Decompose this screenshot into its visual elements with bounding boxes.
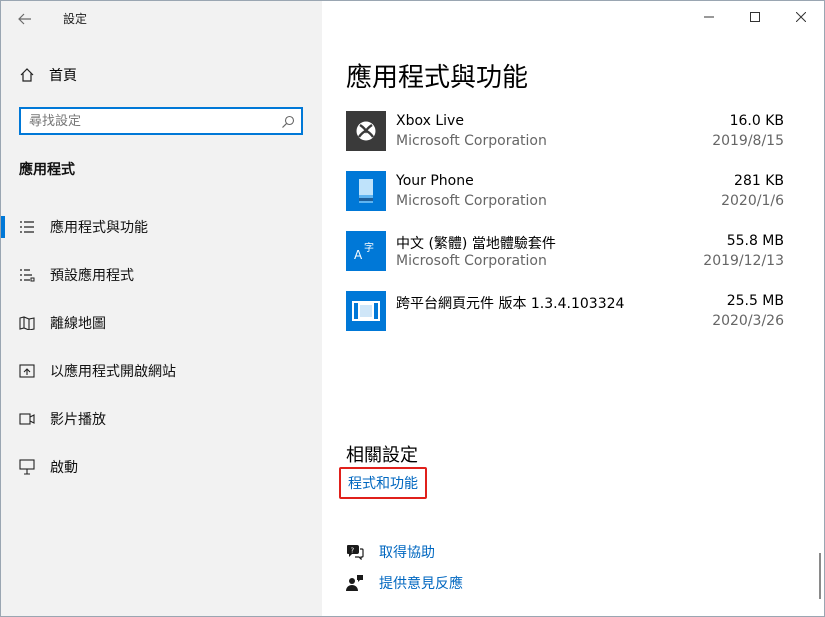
app-row-web-component[interactable]: 跨平台網頁元件 版本 1.3.4.103324 25.5 MB 2020/3/2… [346,289,786,349]
sidebar: 設定 首頁 應用程式 應用程式與功能 [1,1,322,616]
settings-window: 設定 首頁 應用程式 應用程式與功能 [0,0,825,617]
svg-text:A: A [354,248,363,262]
sidebar-nav: 應用程式與功能 預設應用程式 離線地圖 以應用程式開啟網站 影片播放 啟動 [1,203,322,491]
startup-icon [19,459,37,475]
open-website-icon [19,363,37,379]
feedback-label: 提供意見反應 [379,576,463,592]
sidebar-item-apps-features[interactable]: 應用程式與功能 [1,203,322,251]
sidebar-item-label: 影片播放 [50,412,106,428]
phone-icon [346,171,386,211]
list-icon [19,219,37,235]
app-size: 25.5 MB [726,293,784,309]
search-box [19,107,303,135]
app-name: Xbox Live [396,113,464,129]
sidebar-item-offline-maps[interactable]: 離線地圖 [1,299,322,347]
app-date: 2020/1/6 [721,193,784,209]
app-publisher: Microsoft Corporation [396,253,547,269]
window-title: 設定 [63,12,88,26]
sidebar-item-label: 應用程式與功能 [50,220,148,236]
feedback-person-icon [346,574,364,592]
maximize-icon [750,12,760,22]
home-icon [19,67,37,83]
programs-and-features-link[interactable]: 程式和功能 [339,467,427,499]
video-icon [19,411,37,427]
sidebar-item-label: 以應用程式開啟網站 [50,364,176,380]
home-nav-item[interactable]: 首頁 [19,65,77,85]
feedback-link[interactable]: 提供意見反應 [346,573,463,593]
help-chat-icon: ? [346,544,364,560]
app-row-chinese-language-pack[interactable]: A字 中文 (繁體) 當地體驗套件 Microsoft Corporation … [346,229,786,289]
minimize-icon [704,16,714,18]
default-apps-icon [19,267,37,283]
sidebar-item-open-websites[interactable]: 以應用程式開啟網站 [1,347,322,395]
app-publisher: Microsoft Corporation [396,193,547,209]
sidebar-item-label: 離線地圖 [50,316,106,332]
app-name: 跨平台網頁元件 版本 1.3.4.103324 [396,296,625,312]
maximize-button[interactable] [732,1,778,33]
language-icon: A字 [346,231,386,271]
sidebar-item-startup[interactable]: 啟動 [1,443,322,491]
close-button[interactable] [778,1,824,33]
sidebar-section-heading: 應用程式 [19,162,75,178]
app-size: 55.8 MB [726,233,784,249]
app-date: 2019/8/15 [712,133,784,149]
app-name: 中文 (繁體) 當地體驗套件 [396,236,556,252]
sidebar-item-video-playback[interactable]: 影片播放 [1,395,322,443]
svg-text:字: 字 [364,241,374,254]
home-label: 首頁 [49,68,77,84]
sidebar-item-default-apps[interactable]: 預設應用程式 [1,251,322,299]
app-size: 281 KB [734,173,784,189]
search-input[interactable] [25,109,283,133]
xbox-icon [346,111,386,151]
minimize-button[interactable] [686,1,732,33]
related-settings-title: 相關設定 [346,445,418,466]
app-size: 16.0 KB [729,113,784,129]
app-list: Xbox Live Microsoft Corporation 16.0 KB … [346,109,786,349]
scrollbar-thumb[interactable] [819,553,821,599]
app-row-xbox-live[interactable]: Xbox Live Microsoft Corporation 16.0 KB … [346,109,786,169]
page-title: 應用程式與功能 [346,63,529,93]
app-name: Your Phone [396,173,474,189]
sidebar-item-label: 啟動 [50,460,78,476]
main-content: 應用程式與功能 Xbox Live Microsoft Corporation … [322,1,824,616]
close-icon [796,12,806,22]
sidebar-item-label: 預設應用程式 [50,268,134,284]
get-help-link[interactable]: ? 取得協助 [346,542,435,562]
get-help-label: 取得協助 [379,545,435,561]
programs-and-features-label: 程式和功能 [348,476,418,492]
back-arrow-icon [18,13,31,25]
web-component-icon [346,291,386,331]
app-date: 2020/3/26 [712,313,784,329]
back-button[interactable] [11,7,39,31]
app-publisher: Microsoft Corporation [396,133,547,149]
svg-text:?: ? [351,547,355,555]
app-row-your-phone[interactable]: Your Phone Microsoft Corporation 281 KB … [346,169,786,229]
window-controls [686,1,824,33]
app-date: 2019/12/13 [703,253,784,269]
map-icon [19,315,37,331]
search-icon[interactable] [281,114,295,133]
